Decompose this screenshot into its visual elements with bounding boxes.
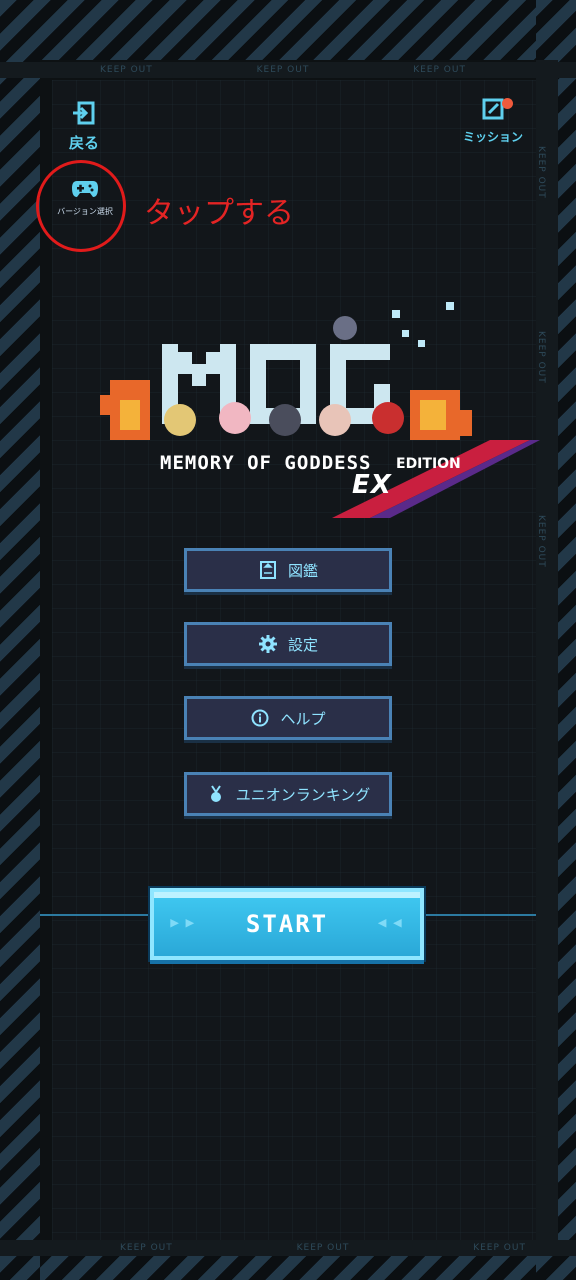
medal-icon <box>206 784 226 804</box>
encyclopedia-button[interactable]: 図鑑 <box>184 548 392 592</box>
union-ranking-button[interactable]: ユニオンランキング <box>184 772 392 816</box>
chevron-right-icon: ▸▸ <box>168 910 199 935</box>
mission-label: ミッション <box>462 130 523 144</box>
keep-out-tape-right: KEEP OUT KEEP OUT KEEP OUT <box>536 60 558 1250</box>
keep-out-text: KEEP OUT <box>120 1243 173 1253</box>
logo-edition: EDITION <box>396 456 461 472</box>
start-label: START <box>245 910 329 938</box>
keep-out-text: KEEP OUT <box>296 1243 350 1253</box>
keep-out-text: KEEP OUT <box>256 65 310 75</box>
settings-label: 設定 <box>287 635 318 654</box>
help-button[interactable]: ヘルプ <box>184 696 392 740</box>
keep-out-tape-top: KEEP OUT KEEP OUT KEEP OUT <box>0 62 576 78</box>
hazard-stripe-left <box>0 0 40 1280</box>
chevron-left-icon: ◂◂ <box>375 910 406 935</box>
logo-ex: EX <box>352 470 392 500</box>
keep-out-tape-bottom: KEEP OUT KEEP OUT KEEP OUT <box>0 1240 576 1256</box>
book-icon <box>258 560 278 580</box>
encyclopedia-label: 図鑑 <box>287 561 318 580</box>
start-button[interactable]: ▸▸ START ◂◂ <box>150 888 424 960</box>
logo-subtitle: MEMORY OF GODDESS <box>160 452 372 474</box>
circuit-line-left <box>40 914 150 916</box>
logo-art <box>100 302 540 518</box>
notification-dot <box>502 98 513 109</box>
mission-button[interactable]: ミッション <box>458 96 528 156</box>
exit-icon <box>73 101 95 125</box>
tap-annotation: タップする <box>144 196 294 231</box>
back-label: 戻る <box>68 134 99 152</box>
settings-button[interactable]: 設定 <box>184 622 392 666</box>
info-icon <box>250 708 270 728</box>
help-label: ヘルプ <box>280 709 326 728</box>
union-ranking-label: ユニオンランキング <box>235 785 371 804</box>
hazard-stripe-top <box>0 0 576 60</box>
keep-out-text: KEEP OUT <box>536 146 546 199</box>
back-button[interactable]: 戻る <box>60 100 108 156</box>
circuit-line-right <box>426 914 536 916</box>
keep-out-text: KEEP OUT <box>473 1243 526 1253</box>
gear-icon <box>258 634 278 654</box>
game-logo: MEMORY OF GODDESS EX EDITION <box>100 300 540 520</box>
keep-out-text: KEEP OUT <box>100 65 153 75</box>
highlight-circle <box>36 160 126 252</box>
keep-out-text: KEEP OUT <box>413 65 466 75</box>
